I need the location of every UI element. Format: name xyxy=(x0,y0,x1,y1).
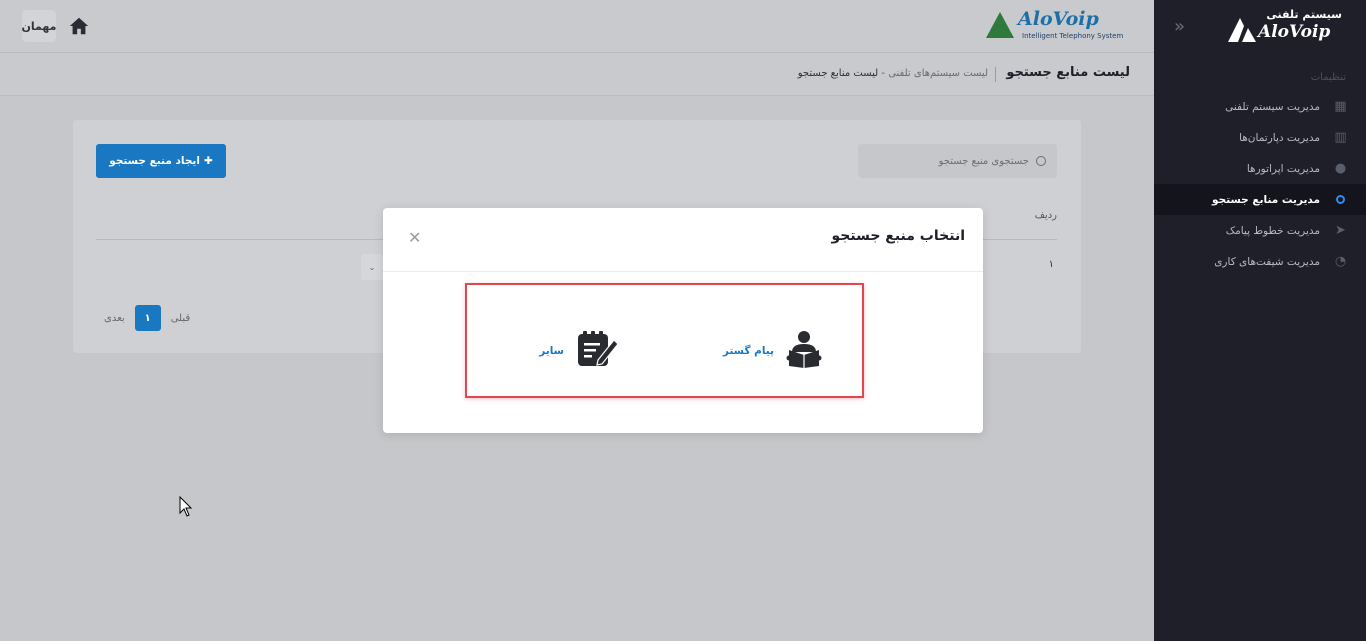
modal-title: انتخاب منبع جستجو xyxy=(831,228,965,244)
option-payam-gostar[interactable]: پیام گستر xyxy=(723,330,822,372)
operator-icon: ● xyxy=(1334,161,1347,176)
building-icon: ▦ xyxy=(1334,99,1347,114)
sidebar-item-work-shifts[interactable]: ◔ مدیریت شیفت‌های کاری xyxy=(1154,246,1366,277)
guest-user-button[interactable]: مهمان xyxy=(22,10,56,42)
chevron-down-icon: ⌄ xyxy=(368,262,376,272)
page-title: لیست منابع جستجو xyxy=(1006,65,1130,80)
sidebar-item-telephony-systems[interactable]: ▦ مدیریت سیستم تلفنی xyxy=(1154,91,1366,122)
sidebar-logo-en: AloVoip xyxy=(1258,22,1331,42)
sidebar-section-settings: تنظیمات xyxy=(1310,72,1346,83)
options-highlight-frame: پیام گستر سایر xyxy=(465,283,864,398)
sidebar-item-search-sources[interactable]: مدیریت منابع جستجو xyxy=(1154,184,1366,215)
row-actions-dropdown[interactable]: ⌄ xyxy=(361,254,383,280)
pagination-next[interactable]: بعدی xyxy=(104,313,125,324)
circle-icon xyxy=(1333,192,1348,207)
logo-triangle-icon xyxy=(986,12,1014,38)
page-header: لیست منابع جستجو لیست سیستم‌های تلفنی - … xyxy=(0,53,1154,96)
sidebar: سیستم تلفنی AloVoip « تنظیمات ▦ مدیریت س… xyxy=(1154,0,1366,641)
breadcrumb-separator: - xyxy=(881,68,885,79)
title-divider xyxy=(995,67,996,82)
sidebar-item-label: مدیریت اپراتورها xyxy=(1246,162,1320,175)
sidebar-logo-fa: سیستم تلفنی xyxy=(1266,8,1342,21)
office-icon: ▥ xyxy=(1334,130,1347,145)
plus-icon: ✚ xyxy=(203,155,213,167)
pagination-prev[interactable]: قبلی xyxy=(171,313,190,324)
home-icon[interactable] xyxy=(68,15,90,37)
search-icon xyxy=(1036,156,1046,166)
modal-divider xyxy=(383,271,983,272)
option-other[interactable]: سایر xyxy=(539,330,619,372)
note-edit-icon xyxy=(576,330,619,372)
reader-icon xyxy=(786,330,822,372)
breadcrumb-parent-link[interactable]: لیست سیستم‌های تلفنی xyxy=(888,68,988,79)
top-header: AloVoip Intelligent Telephony System مهم… xyxy=(0,0,1154,53)
breadcrumb: لیست سیستم‌های تلفنی - لیست منابع جستجو xyxy=(798,68,988,79)
search-placeholder: جستجوی منبع جستجو xyxy=(938,155,1029,167)
logo-tagline: Intelligent Telephony System xyxy=(1022,32,1124,40)
sidebar-menu: ▦ مدیریت سیستم تلفنی ▥ مدیریت دپارتمان‌ه… xyxy=(1154,91,1366,277)
logo-text: AloVoip xyxy=(1018,8,1099,30)
pagination-current-page[interactable]: ۱ xyxy=(134,305,161,331)
send-icon: ➤ xyxy=(1335,223,1346,238)
sidebar-item-departments[interactable]: ▥ مدیریت دپارتمان‌ها xyxy=(1154,122,1366,153)
breadcrumb-current: لیست منابع جستجو xyxy=(797,68,879,79)
shift-icon: ◔ xyxy=(1334,254,1347,269)
table-cell-row-number: ۱ xyxy=(1048,259,1054,270)
select-search-source-modal: انتخاب منبع جستجو ✕ پیام گستر سایر xyxy=(383,208,983,433)
collapse-sidebar-icon[interactable]: « xyxy=(1174,16,1185,37)
sidebar-item-operators[interactable]: ● مدیریت اپراتورها xyxy=(1154,153,1366,184)
create-search-source-button[interactable]: ✚ ایجاد منبع جستجو xyxy=(96,144,226,178)
close-icon[interactable]: ✕ xyxy=(408,230,421,246)
sidebar-item-label: مدیریت سیستم تلفنی xyxy=(1225,100,1320,113)
option-label: پیام گستر xyxy=(722,345,774,357)
table-header-row-number: ردیف xyxy=(1034,210,1057,221)
search-input[interactable]: جستجوی منبع جستجو xyxy=(858,144,1057,178)
sidebar-item-label: مدیریت شیفت‌های کاری xyxy=(1214,255,1320,268)
sidebar-item-label: مدیریت دپارتمان‌ها xyxy=(1239,131,1320,144)
sidebar-item-label: مدیریت خطوط پیامک xyxy=(1225,224,1320,237)
alovoip-logo[interactable]: AloVoip Intelligent Telephony System xyxy=(986,8,1132,44)
option-label: سایر xyxy=(539,345,564,357)
create-button-label: ایجاد منبع جستجو xyxy=(109,155,200,167)
sidebar-item-sms-lines[interactable]: ➤ مدیریت خطوط پیامک xyxy=(1154,215,1366,246)
mouse-cursor-icon xyxy=(179,495,193,518)
sidebar-item-label: مدیریت منابع جستجو xyxy=(1212,193,1320,206)
pagination: بعدی ۱ قبلی xyxy=(104,305,190,331)
sidebar-logo[interactable]: سیستم تلفنی AloVoip xyxy=(1228,8,1348,44)
